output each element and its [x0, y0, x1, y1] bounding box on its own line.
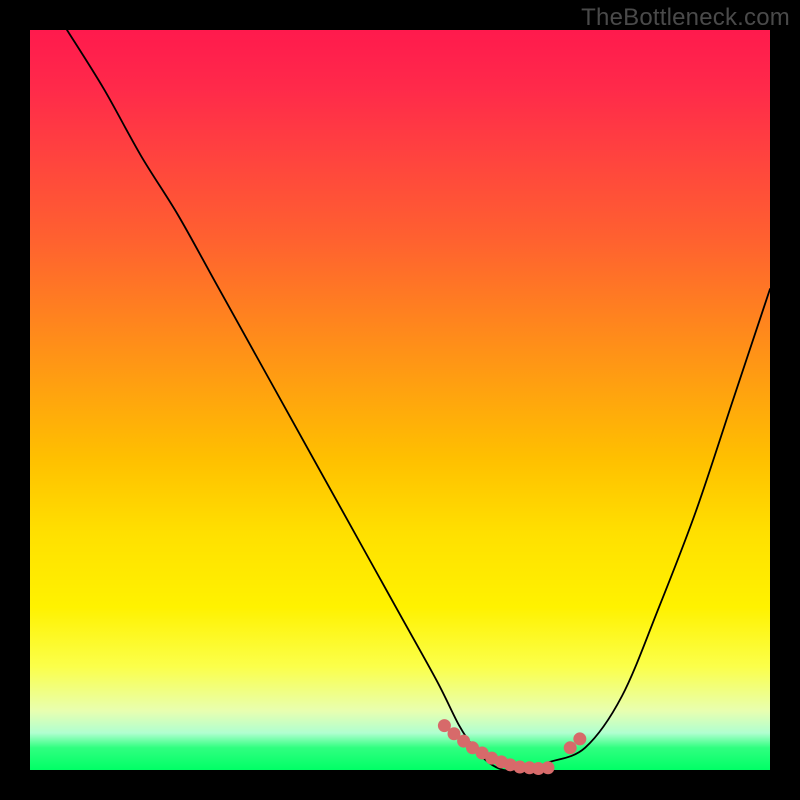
- bottleneck-curve: [67, 30, 770, 771]
- curve-marker: [542, 761, 555, 774]
- chart-svg: [30, 30, 770, 770]
- watermark-label: TheBottleneck.com: [581, 4, 790, 32]
- curve-marker: [564, 741, 577, 754]
- plot-area: [30, 30, 770, 770]
- chart-frame: TheBottleneck.com: [0, 0, 800, 800]
- curve-marker: [573, 732, 586, 745]
